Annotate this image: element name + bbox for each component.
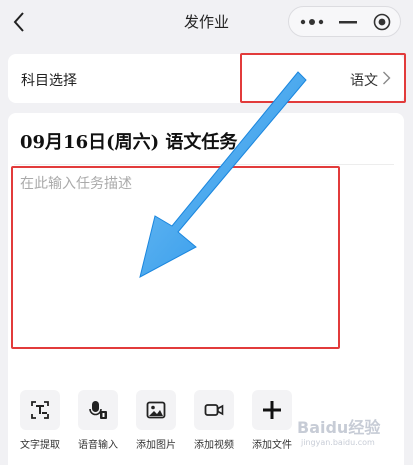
- add-video-button[interactable]: 添加视频: [186, 390, 242, 460]
- tool-label: 添加图片: [136, 440, 176, 451]
- mini-program-capsule: [288, 6, 401, 37]
- page: 发作业 科目选择 语文 09月16日(周六) 语文任务 在此输入任务描述 文字提…: [0, 0, 413, 465]
- nav-bar: 发作业: [0, 0, 413, 44]
- text-extract-button[interactable]: 文字提取: [12, 390, 68, 460]
- attachment-toolbar: 文字提取 语音输入 添加图片 添加视频 添加文件: [8, 390, 308, 460]
- baidu-watermark: Baidu经验 jingyan.baidu.com: [295, 413, 405, 449]
- more-dots-icon[interactable]: [299, 16, 325, 28]
- voice-input-button[interactable]: 语音输入: [70, 390, 126, 460]
- svg-text:Baidu经验: Baidu经验: [297, 418, 381, 437]
- subject-label: 科目选择: [21, 73, 77, 89]
- highlight-box-input: [11, 166, 340, 349]
- tool-label: 文字提取: [20, 440, 60, 451]
- svg-text:jingyan.baidu.com: jingyan.baidu.com: [300, 438, 375, 447]
- image-icon: [136, 390, 176, 430]
- add-file-button[interactable]: 添加文件: [244, 390, 300, 460]
- baidu-logo-icon: Baidu经验 jingyan.baidu.com: [297, 418, 381, 447]
- divider: [14, 164, 394, 165]
- tool-label: 添加文件: [252, 440, 292, 451]
- tool-label: 语音输入: [78, 440, 118, 451]
- tool-label: 添加视频: [194, 440, 234, 451]
- highlight-box-subject: [240, 53, 406, 103]
- text-extract-icon: [20, 390, 60, 430]
- plus-icon: [252, 390, 292, 430]
- voice-input-icon: [78, 390, 118, 430]
- add-image-button[interactable]: 添加图片: [128, 390, 184, 460]
- minimize-icon[interactable]: [338, 15, 358, 29]
- video-icon: [194, 390, 234, 430]
- task-title: 09月16日(周六) 语文任务: [20, 132, 238, 153]
- close-target-icon[interactable]: [373, 13, 391, 31]
